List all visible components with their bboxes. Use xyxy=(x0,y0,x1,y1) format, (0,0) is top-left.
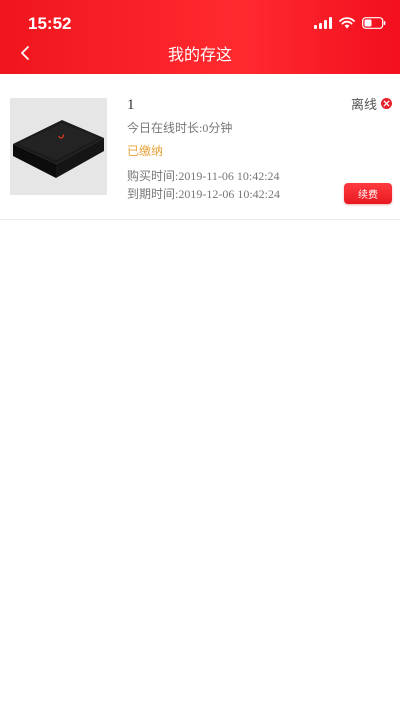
device-name: 1 xyxy=(127,97,135,113)
status-time: 15:52 xyxy=(28,14,72,33)
renew-button[interactable]: 续费 xyxy=(344,183,392,204)
device-info: 1 今日在线时长:0分钟 已缴纳 购买时间:2019-11-06 10:42:2… xyxy=(127,96,280,202)
status-badge: 离线 xyxy=(350,97,377,112)
device-thumbnail xyxy=(10,98,107,195)
purchase-time: 购买时间:2019-11-06 10:42:24 xyxy=(127,169,280,183)
page-title: 我的存这 xyxy=(167,45,232,64)
status-icons xyxy=(314,15,386,31)
payment-status: 已缴纳 xyxy=(127,144,164,158)
device-status: 离线 xyxy=(351,94,392,113)
device-image-icon xyxy=(10,98,107,195)
signal-icon xyxy=(314,17,332,29)
wifi-icon xyxy=(339,17,355,29)
device-card[interactable]: 1 今日在线时长:0分钟 已缴纳 购买时间:2019-11-06 10:42:2… xyxy=(0,74,400,220)
nav-bar: 我的存这 xyxy=(0,32,400,72)
expiry-time: 到期时间:2019-12-06 10:42:24 xyxy=(127,187,280,201)
header: 15:52 我的存这 xyxy=(0,0,400,74)
close-circle-icon xyxy=(381,98,392,109)
battery-icon xyxy=(362,17,386,29)
online-duration: 今日在线时长:0分钟 xyxy=(127,121,233,135)
